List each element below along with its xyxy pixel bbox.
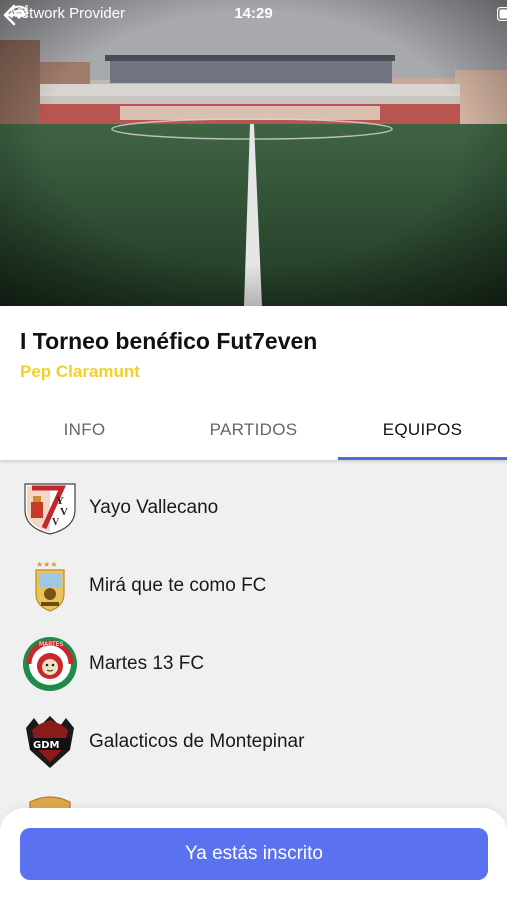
svg-text:★★★: ★★★ xyxy=(36,560,58,569)
team-name: Galacticos de Montepinar xyxy=(89,731,305,752)
registered-button[interactable]: Ya estás inscrito xyxy=(20,828,488,880)
tab-info[interactable]: INFO xyxy=(0,402,169,460)
team-row-yayo-vallecano[interactable]: Y V V Yayo Vallecano xyxy=(0,469,507,547)
mira-que-te-como-crest-icon: ★★★ xyxy=(35,560,65,612)
team-row-galacticos-montepinar[interactable]: GDM Galacticos de Montepinar xyxy=(0,703,507,781)
stadium-image xyxy=(0,0,507,306)
yayo-vallecano-crest-icon: Y V V xyxy=(24,483,76,535)
team-name: Yayo Vallecano xyxy=(89,497,219,518)
team-row-martes-13[interactable]: MARTES Martes 13 FC xyxy=(0,625,507,703)
svg-text:V: V xyxy=(60,506,68,518)
status-time: 14:29 xyxy=(234,5,273,22)
team-name: Martes 13 FC xyxy=(89,653,205,674)
organizer-name[interactable]: Pep Claramunt xyxy=(20,362,140,382)
tab-partidos[interactable]: PARTIDOS xyxy=(169,402,338,460)
status-bar: Network Provider 14:29 xyxy=(0,0,507,28)
stadium-header-image: Network Provider 14:29 xyxy=(0,0,507,306)
svg-text:V: V xyxy=(52,517,60,528)
team-name: Mirá que te como FC xyxy=(89,575,267,596)
battery-icon xyxy=(497,7,507,21)
martes-13-lion-crest-icon: MARTES xyxy=(23,637,77,691)
tournament-header: I Torneo benéfico Fut7even Pep Claramunt xyxy=(0,306,507,402)
svg-text:MARTES: MARTES xyxy=(39,641,63,648)
tab-bar: INFO PARTIDOS EQUIPOS xyxy=(0,402,507,460)
gdm-crest-icon: GDM xyxy=(26,716,74,768)
svg-text:GDM: GDM xyxy=(33,740,60,751)
back-arrow-icon[interactable] xyxy=(0,0,30,30)
tab-equipos[interactable]: EQUIPOS xyxy=(338,402,507,460)
team-row-mira-que-te-como[interactable]: ★★★ Mirá que te como FC xyxy=(0,547,507,625)
tournament-title: I Torneo benéfico Fut7even xyxy=(20,328,318,354)
bottom-action-bar: Ya estás inscrito xyxy=(0,808,507,900)
